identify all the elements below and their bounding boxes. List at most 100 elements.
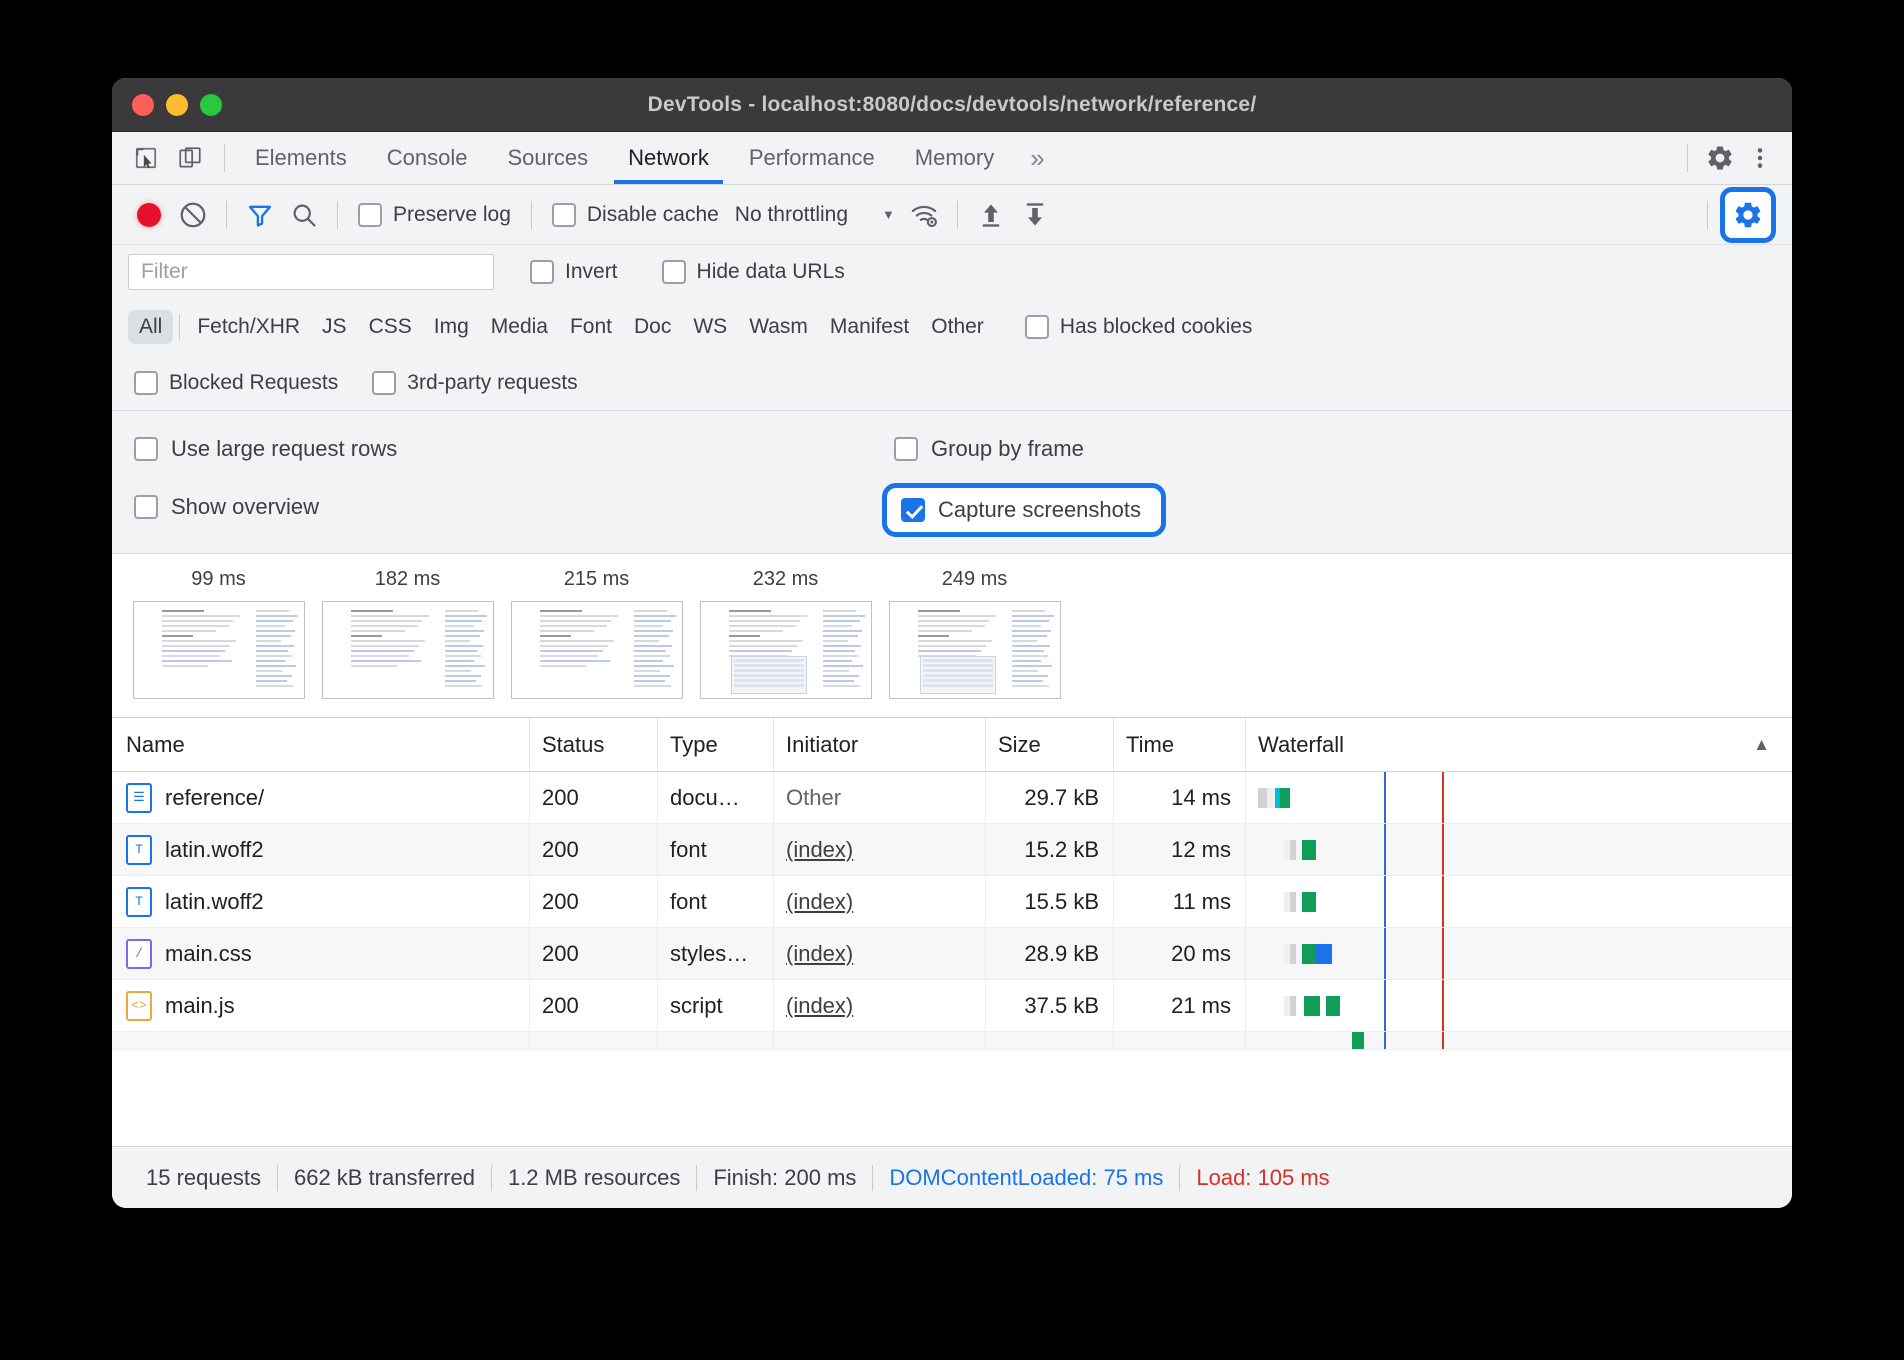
invert-checkbox[interactable]: Invert (494, 260, 626, 284)
toolbar-divider-4 (957, 201, 958, 229)
filmstrip-thumbnail[interactable] (322, 601, 494, 699)
import-har-icon[interactable] (970, 194, 1012, 236)
cell-initiator (774, 1032, 986, 1049)
table-row[interactable]: T latin.woff2 200 font (index) 15.2 kB 1… (112, 824, 1792, 876)
kebab-menu-icon[interactable] (1742, 140, 1778, 176)
device-toolbar-icon[interactable] (172, 140, 208, 176)
status-finish: Finish: 200 ms (697, 1165, 872, 1191)
close-button[interactable] (132, 94, 154, 116)
cell-initiator[interactable]: (index) (774, 980, 986, 1031)
type-filter-ws[interactable]: WS (682, 310, 738, 344)
table-row-partial[interactable] (112, 1032, 1792, 1050)
filmstrip-frame[interactable]: 215 ms (502, 568, 691, 699)
column-header-waterfall[interactable]: Waterfall ▲ (1246, 718, 1792, 771)
thumb-sidebar (1012, 610, 1054, 690)
filmstrip-frame[interactable]: 99 ms (124, 568, 313, 699)
minimize-button[interactable] (166, 94, 188, 116)
cell-initiator[interactable]: (index) (774, 876, 986, 927)
type-filter-fetch-xhr[interactable]: Fetch/XHR (186, 310, 311, 344)
type-filter-js[interactable]: JS (311, 310, 358, 344)
record-button[interactable] (128, 194, 170, 236)
initiator-link[interactable]: (index) (786, 837, 853, 863)
filmstrip-frame[interactable]: 232 ms (691, 568, 880, 699)
waterfall-dcl-line (1384, 1032, 1386, 1049)
type-filter-img[interactable]: Img (423, 310, 480, 344)
thumb-content (729, 610, 807, 660)
column-header-size[interactable]: Size (986, 718, 1114, 771)
use-large-request-rows-option[interactable]: Use large request rows (128, 425, 888, 473)
table-row[interactable]: <> main.js 200 script (index) 37.5 kB 21… (112, 980, 1792, 1032)
filmstrip-frame[interactable]: 182 ms (313, 568, 502, 699)
clear-button[interactable] (172, 194, 214, 236)
filmstrip-thumbnail[interactable] (511, 601, 683, 699)
third-party-requests-checkbox[interactable]: 3rd-party requests (346, 371, 585, 395)
table-row[interactable]: / main.css 200 styles… (index) 28.9 kB 2… (112, 928, 1792, 980)
network-conditions-icon[interactable] (903, 194, 945, 236)
inspect-element-icon[interactable] (128, 140, 164, 176)
preserve-log-checkbox[interactable]: Preserve log (350, 203, 519, 227)
type-filter-media[interactable]: Media (480, 310, 559, 344)
tab-elements[interactable]: Elements (235, 132, 367, 184)
column-header-time[interactable]: Time (1114, 718, 1246, 771)
cell-initiator[interactable]: (index) (774, 928, 986, 979)
tab-sources[interactable]: Sources (487, 132, 608, 184)
blocked-requests-checkbox[interactable]: Blocked Requests (128, 371, 346, 395)
search-icon[interactable] (283, 194, 325, 236)
filter-funnel-icon[interactable] (239, 194, 281, 236)
throttling-dropdown[interactable]: No throttling ▼ (729, 203, 901, 227)
status-load: Load: 105 ms (1180, 1165, 1345, 1191)
tab-network[interactable]: Network (608, 132, 729, 184)
type-filter-css[interactable]: CSS (358, 310, 423, 344)
tabbar-left-icons (112, 132, 214, 184)
table-row[interactable]: T latin.woff2 200 font (index) 15.5 kB 1… (112, 876, 1792, 928)
cell-type (658, 1032, 774, 1049)
type-filter-manifest[interactable]: Manifest (819, 310, 920, 344)
type-filter-doc[interactable]: Doc (623, 310, 682, 344)
toolbar-divider-3 (531, 201, 532, 229)
font-icon: T (126, 887, 152, 917)
screenshot-root: DevTools - localhost:8080/docs/devtools/… (0, 0, 1904, 1360)
network-settings-button[interactable] (1720, 187, 1776, 243)
show-overview-option[interactable]: Show overview (128, 483, 888, 531)
filmstrip-thumbnail[interactable] (700, 601, 872, 699)
column-header-name[interactable]: Name (112, 718, 530, 771)
initiator-link[interactable]: (index) (786, 889, 853, 915)
tab-memory[interactable]: Memory (895, 132, 1014, 184)
filmstrip-thumbnail[interactable] (889, 601, 1061, 699)
checkbox-box (134, 495, 158, 519)
cell-waterfall (1246, 824, 1792, 875)
traffic-lights (132, 94, 222, 116)
type-filter-wasm[interactable]: Wasm (738, 310, 819, 344)
hide-data-urls-checkbox[interactable]: Hide data URLs (626, 260, 853, 284)
cell-time (1114, 1032, 1246, 1049)
table-row[interactable]: ☰ reference/ 200 docu… Other 29.7 kB 14 … (112, 772, 1792, 824)
has-blocked-cookies-checkbox[interactable]: Has blocked cookies (995, 315, 1261, 339)
request-name: reference/ (165, 785, 264, 811)
type-filter-all[interactable]: All (128, 310, 173, 344)
export-har-icon[interactable] (1014, 194, 1056, 236)
capture-screenshots-option[interactable]: Capture screenshots (882, 483, 1166, 537)
initiator-link[interactable]: (index) (786, 993, 853, 1019)
type-filter-other[interactable]: Other (920, 310, 995, 344)
gear-icon[interactable] (1702, 140, 1738, 176)
checkbox-box (530, 260, 554, 284)
cell-initiator[interactable]: (index) (774, 824, 986, 875)
filmstrip-time: 215 ms (564, 568, 630, 591)
maximize-button[interactable] (200, 94, 222, 116)
filmstrip-frame[interactable]: 249 ms (880, 568, 1069, 699)
initiator-link[interactable]: (index) (786, 941, 853, 967)
waterfall-load-line (1442, 928, 1444, 979)
disable-cache-checkbox[interactable]: Disable cache (544, 203, 727, 227)
group-by-frame-option[interactable]: Group by frame (888, 425, 1776, 473)
filmstrip-thumbnail[interactable] (133, 601, 305, 699)
tab-console[interactable]: Console (367, 132, 488, 184)
window-title: DevTools - localhost:8080/docs/devtools/… (112, 93, 1792, 117)
tab-performance[interactable]: Performance (729, 132, 895, 184)
tabbar-right-divider (1687, 144, 1688, 172)
type-filter-font[interactable]: Font (559, 310, 623, 344)
column-header-initiator[interactable]: Initiator (774, 718, 986, 771)
filter-input[interactable]: Filter (128, 254, 494, 290)
more-tabs-button[interactable]: » (1014, 132, 1060, 184)
column-header-type[interactable]: Type (658, 718, 774, 771)
column-header-status[interactable]: Status (530, 718, 658, 771)
